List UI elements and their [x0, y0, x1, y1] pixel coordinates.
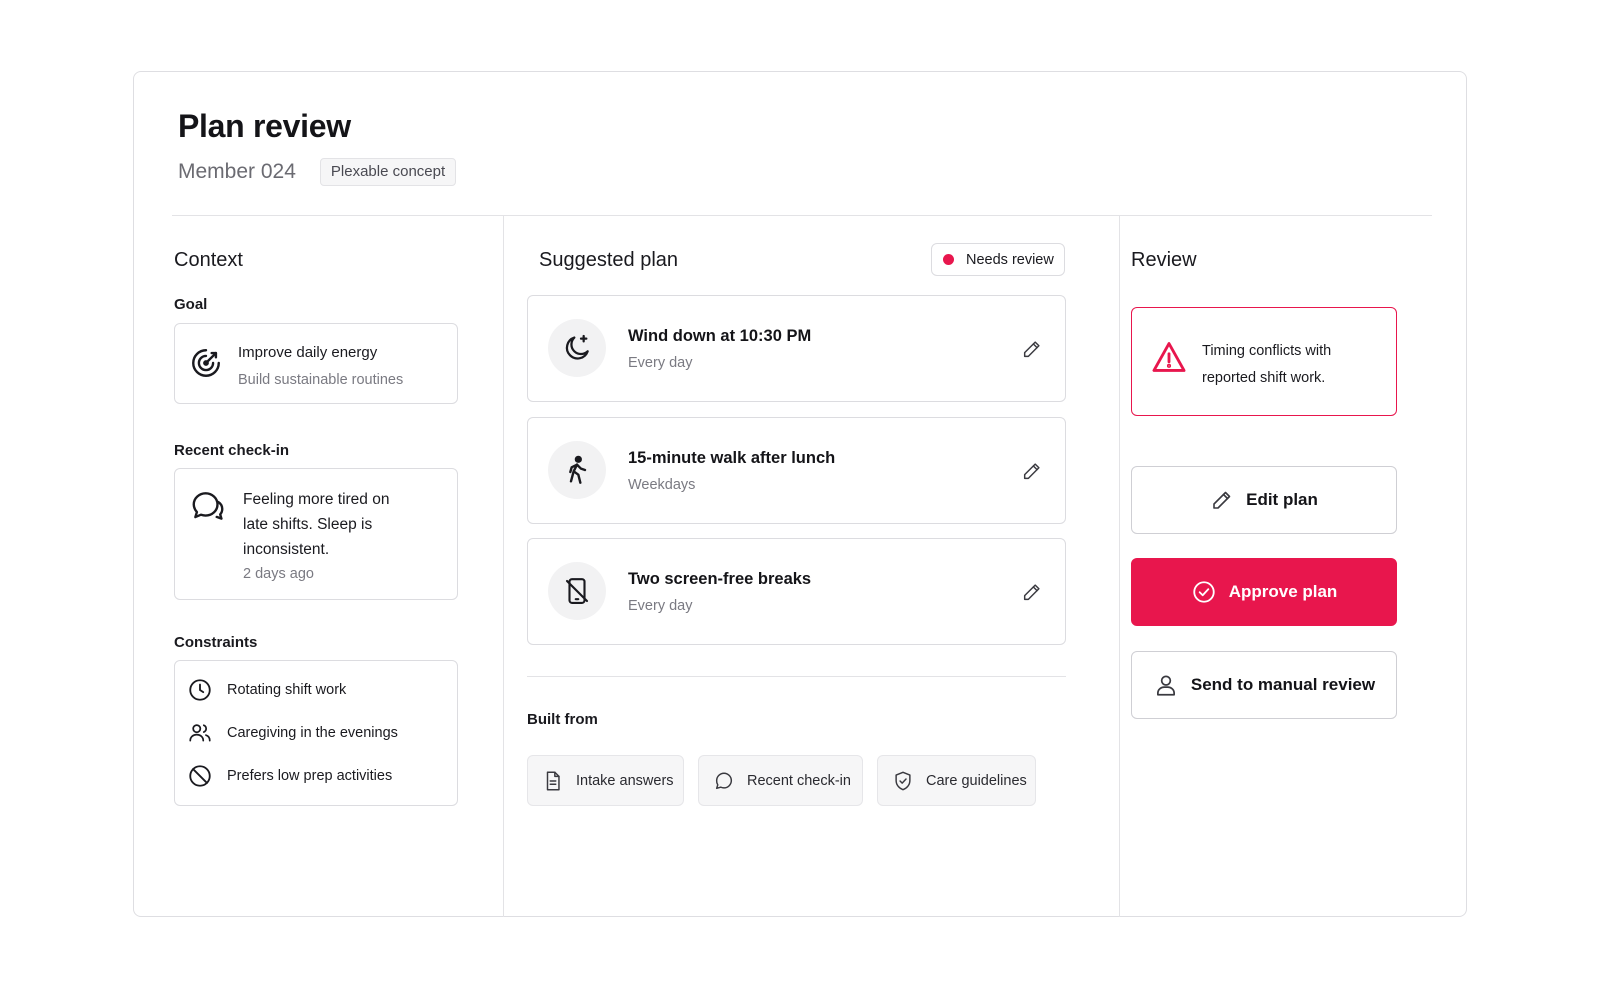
- checkin-time: 2 days ago: [243, 566, 314, 582]
- moon-icon: [565, 334, 589, 360]
- constraints-label: Constraints: [174, 634, 258, 651]
- constraint-item: Rotating shift work: [187, 677, 346, 703]
- walking-icon: [569, 455, 587, 484]
- plan-item-title: Two screen-free breaks: [628, 570, 812, 588]
- plan-item-icon-wrap: [548, 441, 606, 499]
- header-divider: [172, 215, 1432, 216]
- edit-plan-item-button[interactable]: [1019, 458, 1045, 484]
- plan-item-title: 15-minute walk after lunch: [628, 449, 836, 467]
- check-circle-icon: [1193, 581, 1215, 603]
- constraint-item: Caregiving in the evenings: [187, 720, 398, 746]
- conflict-alert: Timing conflicts with reported shift wor…: [1131, 307, 1397, 416]
- status-label: Needs review: [966, 251, 1054, 268]
- plan-item-frequency: Weekdays: [628, 477, 696, 493]
- pencil-icon: [1213, 491, 1231, 509]
- target-icon: [192, 349, 220, 377]
- edit-plan-item-button[interactable]: [1019, 336, 1045, 362]
- status-dot: [943, 254, 954, 265]
- goal-card: Improve daily energy Build sustainable r…: [174, 323, 458, 404]
- review-title: Review: [1131, 249, 1197, 271]
- plan-item: 15-minute walk after lunch Weekdays: [527, 417, 1066, 524]
- goal-secondary: Build sustainable routines: [238, 372, 404, 388]
- edit-plan-button[interactable]: Edit plan: [1131, 466, 1397, 534]
- plan-item-frequency: Every day: [628, 355, 693, 371]
- concept-badge: Plexable concept: [319, 158, 457, 186]
- manual-review-label: Send to manual review: [1190, 675, 1376, 694]
- source-chip-label: Intake answers: [576, 772, 674, 789]
- manual-review-button[interactable]: Send to manual review: [1131, 651, 1397, 719]
- people-icon: [189, 724, 211, 742]
- source-chip-guidelines[interactable]: Care guidelines: [877, 755, 1036, 806]
- edit-plan-item-button[interactable]: [1019, 579, 1045, 605]
- alert-text: Timing conflicts with reported shift wor…: [1202, 343, 1332, 386]
- pencil-icon: [1023, 341, 1040, 358]
- plan-item-icon-wrap: [548, 319, 606, 377]
- plan-item-title: Wind down at 10:30 PM: [628, 327, 812, 345]
- subtitle-row: Member 024 Plexable concept: [178, 158, 457, 186]
- chat-icon: [715, 771, 733, 789]
- approve-plan-button[interactable]: Approve plan: [1131, 558, 1397, 626]
- constraints-card: Rotating shift work Caregiving in the ev…: [174, 660, 458, 806]
- goal-primary: Improve daily energy: [238, 344, 378, 361]
- source-chip-label: Recent check-in: [747, 772, 851, 789]
- plan-item: Wind down at 10:30 PM Every day: [527, 295, 1066, 402]
- edit-plan-label: Edit plan: [1246, 490, 1318, 509]
- document-icon: [546, 771, 560, 790]
- chat-bubbles-icon: [192, 492, 224, 520]
- approve-plan-label: Approve plan: [1228, 582, 1338, 601]
- clock-icon: [189, 679, 211, 701]
- user-icon: [1156, 675, 1175, 696]
- column-divider-left: [503, 216, 504, 917]
- plan-review-card: Plan review Member 024 Plexable concept …: [133, 71, 1467, 917]
- status-badge: Needs review: [931, 243, 1065, 276]
- plan-item: Two screen-free breaks Every day: [527, 538, 1066, 645]
- warning-icon: [1152, 342, 1186, 372]
- ban-icon: [189, 765, 211, 787]
- constraint-label: Prefers low prep activities: [227, 768, 393, 784]
- member-id: Member 024: [178, 160, 296, 183]
- shield-check-icon: [895, 771, 911, 790]
- no-phone-icon: [565, 578, 589, 604]
- constraint-item: Prefers low prep activities: [187, 763, 392, 789]
- source-chip-label: Care guidelines: [926, 772, 1027, 789]
- suggested-plan-title: Suggested plan: [539, 249, 679, 271]
- checkin-label: Recent check-in: [174, 442, 290, 459]
- plan-item-frequency: Every day: [628, 598, 693, 614]
- pencil-icon: [1023, 584, 1040, 601]
- checkin-text: Feeling more tired on late shifts. Sleep…: [243, 491, 390, 558]
- built-from-label: Built from: [527, 711, 598, 728]
- plan-divider: [527, 676, 1066, 677]
- constraint-label: Caregiving in the evenings: [227, 725, 398, 741]
- source-chip-checkin[interactable]: Recent check-in: [698, 755, 863, 806]
- constraint-label: Rotating shift work: [227, 682, 347, 698]
- context-title: Context: [174, 249, 243, 271]
- plan-item-icon-wrap: [548, 562, 606, 620]
- goal-label: Goal: [174, 296, 208, 313]
- source-chip-intake[interactable]: Intake answers: [527, 755, 684, 806]
- column-divider-right: [1119, 216, 1120, 917]
- page-title: Plan review: [178, 108, 351, 144]
- pencil-icon: [1023, 463, 1040, 480]
- checkin-card: Feeling more tired on late shifts. Sleep…: [174, 468, 458, 600]
